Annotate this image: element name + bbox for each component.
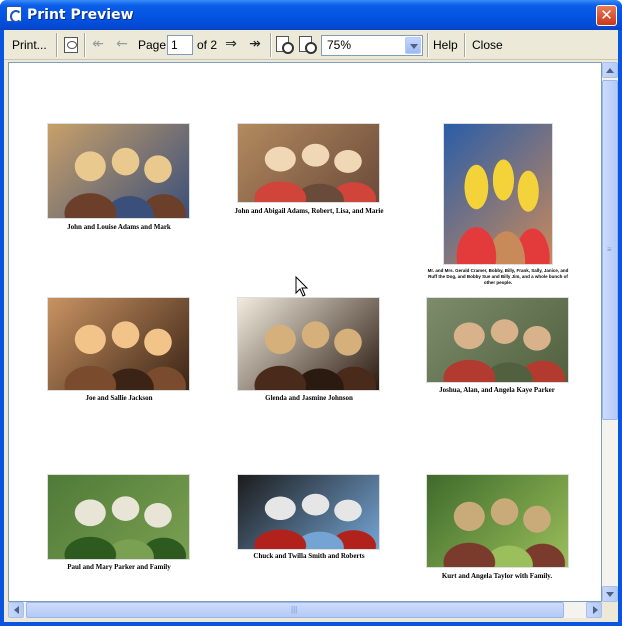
mouse-pointer-icon xyxy=(295,276,309,297)
toolbar-separator xyxy=(84,33,86,57)
print-button[interactable]: Print... xyxy=(12,34,47,56)
photo-caption: John and Louise Adams and Mark xyxy=(67,223,171,231)
scroll-up-button[interactable] xyxy=(602,62,618,78)
first-page-icon[interactable]: ↞ xyxy=(89,36,107,52)
zoom-select[interactable]: 75% xyxy=(321,35,423,56)
next-page-icon[interactable]: ⇒ xyxy=(222,36,240,52)
photo-caption: Mr. and Mrs. Gerald Cramer, Bobby, Billy… xyxy=(427,268,569,285)
page-count-label: of 2 xyxy=(197,38,218,52)
previous-page-icon[interactable]: ← xyxy=(113,36,131,52)
scrollbar-corner xyxy=(602,602,618,618)
zoom-in-page-icon[interactable] xyxy=(275,35,294,54)
window-title: Print Preview xyxy=(27,7,134,23)
close-button[interactable]: Close xyxy=(472,34,503,56)
horizontal-scroll-thumb[interactable]: ||| xyxy=(26,602,564,618)
scroll-down-button[interactable] xyxy=(602,586,618,602)
vertical-scroll-thumb[interactable]: ≡ xyxy=(602,80,618,420)
last-page-icon[interactable]: ↠ xyxy=(246,36,264,52)
toolbar-separator xyxy=(56,33,58,57)
photo-caption: Joshua, Alan, and Angela Kaye Parker xyxy=(439,386,555,394)
family-photo xyxy=(237,297,380,391)
toolbar-separator xyxy=(464,33,466,57)
title-bar[interactable]: Print Preview ✕ xyxy=(0,0,622,30)
scroll-right-button[interactable] xyxy=(586,602,602,618)
photo-caption: Joe and Sallie Jackson xyxy=(85,394,153,402)
scroll-left-button[interactable] xyxy=(8,602,24,618)
help-button[interactable]: Help xyxy=(433,34,458,56)
family-photo xyxy=(47,123,190,219)
app-icon xyxy=(6,6,22,23)
page-label: Page xyxy=(138,38,167,52)
family-photo xyxy=(237,123,380,203)
vertical-scrollbar[interactable]: ≡ xyxy=(602,62,618,602)
family-photo xyxy=(426,297,569,383)
toolbar-separator xyxy=(427,33,429,57)
toolbar: Print... ↞ ← Page 1 of 2 ⇒ ↠ 75% Help Cl… xyxy=(4,30,618,60)
family-photo xyxy=(47,474,190,560)
photo-caption: John and Abigail Adams, Robert, Lisa, an… xyxy=(234,207,384,215)
photo-caption: Glenda and Jasmine Johnson xyxy=(265,394,353,402)
family-photo xyxy=(443,123,553,265)
chevron-down-icon[interactable] xyxy=(405,37,421,54)
preview-viewport[interactable]: John and Louise Adams and Mark John and … xyxy=(8,62,602,602)
zoom-out-page-icon[interactable] xyxy=(298,35,317,54)
family-photo xyxy=(47,297,190,391)
horizontal-scrollbar[interactable]: ||| xyxy=(8,602,602,618)
family-photo xyxy=(237,474,380,550)
family-photo xyxy=(426,474,569,568)
close-window-button[interactable]: ✕ xyxy=(596,5,617,26)
photo-caption: Paul and Mary Parker and Family xyxy=(67,563,171,571)
page-number-input[interactable]: 1 xyxy=(167,35,193,55)
print-preview-window: Print Preview ✕ Print... ↞ ← Page 1 of 2… xyxy=(0,0,622,626)
preview-page: John and Louise Adams and Mark John and … xyxy=(9,63,601,601)
photo-caption: Kurt and Angela Taylor with Family. xyxy=(441,572,553,580)
window-body: Print... ↞ ← Page 1 of 2 ⇒ ↠ 75% Help Cl… xyxy=(4,30,618,622)
printer-page-icon[interactable] xyxy=(62,35,80,53)
toolbar-separator xyxy=(270,33,272,57)
zoom-value: 75% xyxy=(327,38,352,52)
photo-caption: Chuck and Twilla Smith and Roberts xyxy=(253,552,365,560)
